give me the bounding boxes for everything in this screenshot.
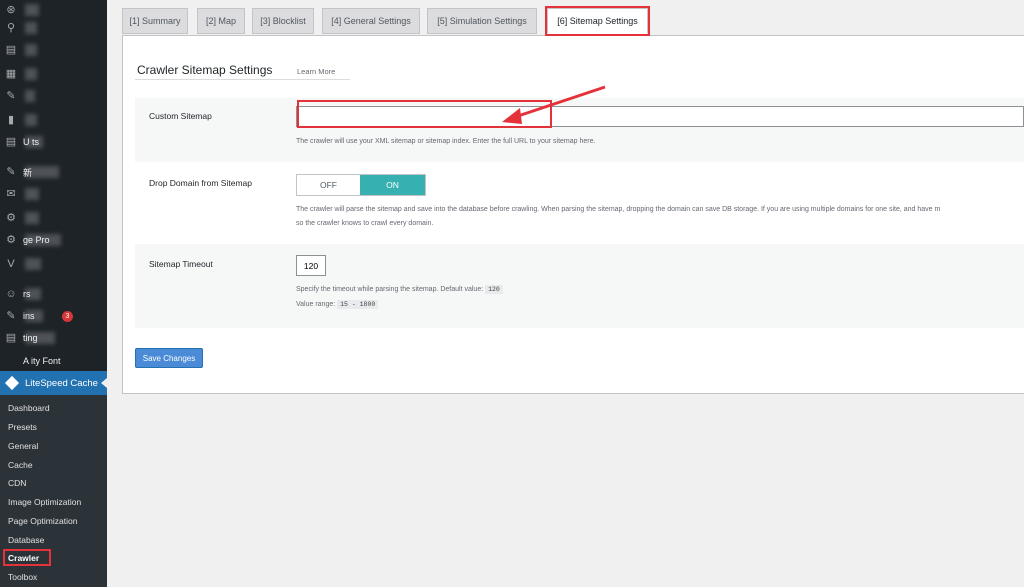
update-count-badge: 3 bbox=[62, 310, 73, 322]
users-icon: ☺ bbox=[5, 288, 17, 300]
timeout-range-label: Value range: bbox=[296, 301, 336, 308]
tab-general-settings[interactable]: [4] General Settings bbox=[322, 8, 420, 34]
sidebar-item-15[interactable]: A ity Font bbox=[0, 351, 107, 371]
page-title: Crawler Sitemap Settings bbox=[137, 63, 273, 77]
active-indicator bbox=[101, 378, 107, 388]
sidebar-item-litespeed-cache[interactable]: LiteSpeed Cache bbox=[0, 371, 107, 395]
sidebar-item-5[interactable]: ▮ bbox=[0, 110, 107, 130]
sidebar-item-2[interactable]: ▤ bbox=[0, 40, 107, 60]
sitemap-timeout-range: Value range: 15 - 1800 bbox=[296, 300, 379, 309]
submenu-cdn[interactable]: CDN bbox=[8, 478, 26, 488]
sidebar-item-1[interactable]: ⚲ bbox=[0, 18, 107, 38]
submenu-general[interactable]: General bbox=[8, 441, 38, 451]
submenu-dashboard[interactable]: Dashboard bbox=[8, 403, 50, 413]
sitemap-timeout-description: Specify the timeout while parsing the si… bbox=[296, 285, 503, 294]
tab-blocklist[interactable]: [3] Blocklist bbox=[252, 8, 314, 34]
redacted-label bbox=[25, 188, 39, 200]
sidebar-item-8[interactable]: ✉ bbox=[0, 184, 107, 204]
tab-summary[interactable]: [1] Summary bbox=[122, 8, 188, 34]
submenu-image-optimization[interactable]: Image Optimization bbox=[8, 497, 81, 507]
submenu-database[interactable]: Database bbox=[8, 535, 44, 545]
mail-icon: ✉ bbox=[6, 188, 16, 200]
litespeed-icon bbox=[4, 375, 20, 391]
annotation-arrow bbox=[502, 85, 606, 124]
sidebar-item-14[interactable]: ▤ ting bbox=[0, 328, 107, 348]
pages-icon: ▦ bbox=[5, 68, 17, 80]
plugin-v-icon: V bbox=[7, 258, 15, 270]
learn-more-link[interactable]: Learn More bbox=[297, 67, 335, 76]
redacted-label bbox=[25, 90, 35, 102]
redacted-label bbox=[25, 4, 39, 16]
custom-sitemap-label: Custom Sitemap bbox=[149, 111, 212, 121]
submenu-presets[interactable]: Presets bbox=[8, 422, 37, 432]
list-icon: ▤ bbox=[5, 136, 17, 148]
sidebar-item-11[interactable]: V bbox=[0, 254, 107, 274]
inbox-icon: ▤ bbox=[5, 44, 17, 56]
sitemap-timeout-input[interactable] bbox=[296, 255, 326, 276]
sidebar-item-label: ge Pro bbox=[23, 235, 50, 245]
settings-icon: ⚙ bbox=[6, 212, 16, 224]
sidebar-item-10[interactable]: ⚙ ge Pro bbox=[0, 230, 107, 250]
timeout-range-value: 15 - 1800 bbox=[337, 300, 379, 309]
sitemap-timeout-label: Sitemap Timeout bbox=[149, 259, 213, 269]
timeout-description-text: Specify the timeout while parsing the si… bbox=[296, 286, 484, 293]
sidebar-item-9[interactable]: ⚙ bbox=[0, 208, 107, 228]
settings-gear-icon: ⚙ bbox=[6, 234, 16, 246]
sidebar-item-13[interactable]: ✎ ins 3 bbox=[0, 306, 107, 326]
drop-domain-toggle[interactable]: OFF ON bbox=[296, 174, 426, 196]
submenu-cache[interactable]: Cache bbox=[8, 460, 33, 470]
redacted-label bbox=[25, 22, 37, 34]
sidebar-item-0[interactable]: ⊛ bbox=[0, 0, 107, 20]
sidebar-item-label: rs bbox=[23, 289, 31, 299]
drop-domain-description: The crawler will parse the sitemap and s… bbox=[296, 206, 941, 213]
tab-simulation-settings[interactable]: [5] Simulation Settings bbox=[427, 8, 537, 34]
sidebar-item-label: ting bbox=[23, 333, 38, 343]
toggle-off-option[interactable]: OFF bbox=[297, 175, 361, 195]
crawler-highlight-box bbox=[3, 549, 51, 566]
sidebar-item-12[interactable]: ☺ rs bbox=[0, 284, 107, 304]
redacted-label bbox=[25, 114, 37, 126]
drop-domain-label: Drop Domain from Sitemap bbox=[149, 178, 252, 188]
sidebar-item-label: ins bbox=[23, 311, 35, 321]
save-changes-button[interactable]: Save Changes bbox=[135, 348, 203, 368]
plugins-icon: ✎ bbox=[6, 310, 16, 322]
sidebar-item-4[interactable]: ✎ bbox=[0, 86, 107, 106]
updates-icon: ⚲ bbox=[6, 22, 16, 34]
tools-icon: ✎ bbox=[6, 166, 16, 178]
comments-icon: ▮ bbox=[7, 114, 15, 126]
pin-icon: ✎ bbox=[6, 90, 16, 102]
toggle-on-option[interactable]: ON bbox=[360, 175, 425, 195]
redacted-label bbox=[25, 258, 41, 270]
sidebar-item-7[interactable]: ✎ 新 bbox=[0, 162, 107, 182]
tab-map[interactable]: [2] Map bbox=[197, 8, 245, 34]
drop-domain-description-2: so the crawler knows to crawl every doma… bbox=[296, 220, 434, 227]
sidebar-item-3[interactable]: ▦ bbox=[0, 64, 107, 84]
font-icon bbox=[5, 355, 17, 367]
sidebar-item-label: A ity Font bbox=[23, 356, 61, 366]
custom-sitemap-description: The crawler will use your XML sitemap or… bbox=[296, 138, 596, 145]
sidebar-item-label: 新 bbox=[23, 167, 33, 178]
sidebar-item-6[interactable]: ▤ U ts bbox=[0, 132, 107, 152]
tab-highlight-box bbox=[545, 6, 650, 36]
submenu-toolbox[interactable]: Toolbox bbox=[8, 572, 37, 582]
dashboard-icon: ⊛ bbox=[6, 4, 16, 16]
redacted-label bbox=[25, 68, 37, 80]
admin-sidebar: ⊛ ⚲ ▤ ▦ ✎ ▮ ▤ U ts ✎ 新 ✉ ⚙ ⚙ ge Pro V ☺ rs ✎ ins 3 ▤ tin… bbox=[0, 0, 107, 587]
settings-list-icon: ▤ bbox=[5, 332, 17, 344]
timeout-default-value: 120 bbox=[485, 285, 503, 294]
title-divider bbox=[135, 79, 350, 80]
redacted-label bbox=[25, 44, 37, 56]
sidebar-item-label: U ts bbox=[23, 137, 40, 147]
sidebar-item-label: LiteSpeed Cache bbox=[25, 377, 98, 389]
submenu-page-optimization[interactable]: Page Optimization bbox=[8, 516, 77, 526]
sitemap-timeout-row bbox=[135, 244, 1024, 328]
redacted-label bbox=[25, 212, 39, 224]
